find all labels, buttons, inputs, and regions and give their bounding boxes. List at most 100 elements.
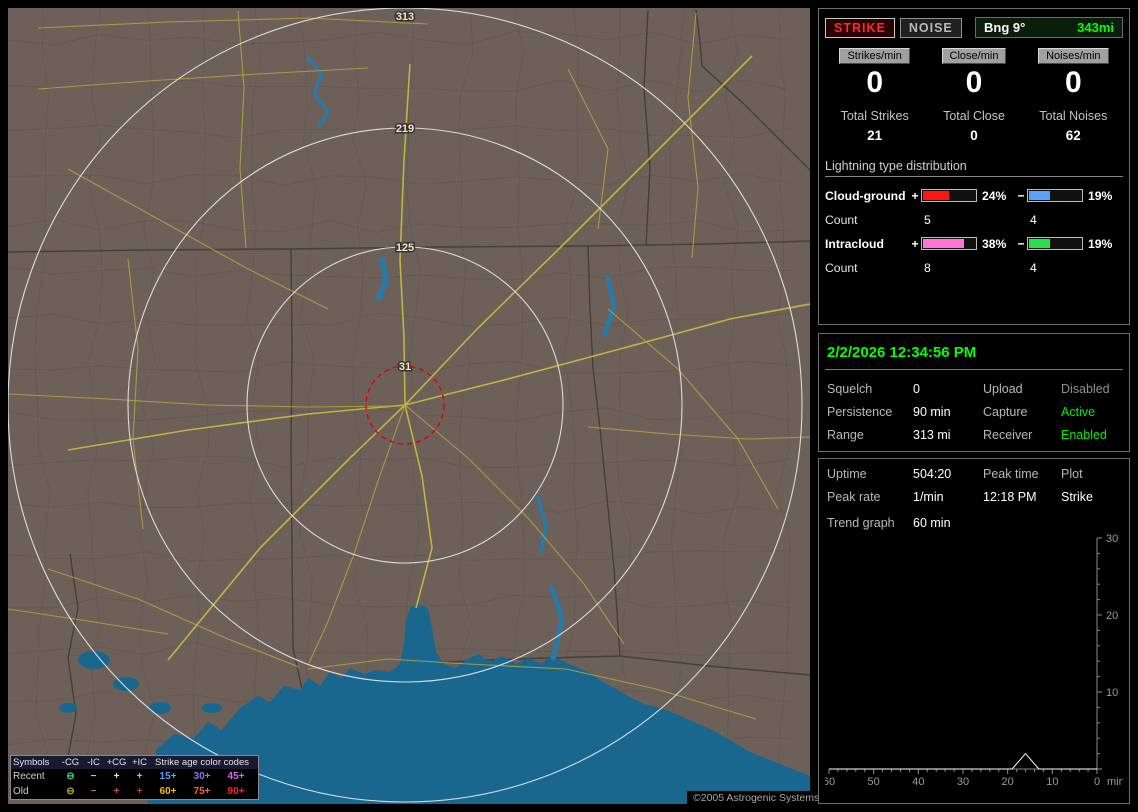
plot-label: Plot bbox=[1061, 467, 1083, 481]
trend-graph-label: Trend graph bbox=[827, 516, 895, 530]
legend-col-pos-ic: +IC bbox=[131, 757, 148, 768]
squelch-label: Squelch bbox=[827, 382, 873, 396]
neg-cg-recent-icon: ⊖ bbox=[66, 771, 75, 782]
cloud-ground-label: Cloud-ground bbox=[825, 188, 906, 203]
cg-positive-pct: 24% bbox=[982, 188, 1007, 203]
peak-time-label: Peak time bbox=[983, 467, 1039, 481]
strikes-per-min-value: 0 bbox=[866, 66, 883, 99]
session-trend-panel: Uptime 504:20 Peak time Plot Peak rate 1… bbox=[818, 458, 1130, 804]
svg-text:0: 0 bbox=[1094, 776, 1100, 788]
lightning-range-map[interactable]: 313 219 125 31 bbox=[8, 8, 810, 804]
legend-recent-label: Recent bbox=[13, 771, 45, 782]
total-close-label: Total Close bbox=[943, 108, 1005, 123]
age-75: 75+ bbox=[193, 786, 211, 797]
trend-chart: 60 50 40 30 20 10 0 10 20 30 min bbox=[825, 533, 1123, 788]
cg-negative-gauge bbox=[1027, 189, 1083, 202]
age-15: 15+ bbox=[159, 771, 177, 782]
datetime-display: 2/2/2026 12:34:56 PM bbox=[825, 340, 1123, 370]
range-label: Range bbox=[827, 428, 864, 442]
persistence-value: 90 min bbox=[913, 405, 951, 419]
ring-label-125: 125 bbox=[396, 242, 414, 254]
total-close-value: 0 bbox=[970, 127, 978, 143]
cg-positive-count: 5 bbox=[924, 212, 931, 227]
svg-text:10: 10 bbox=[1046, 776, 1058, 788]
capture-label: Capture bbox=[983, 405, 1028, 419]
legend-col-neg-ic: -IC bbox=[87, 757, 100, 768]
neg-ic-recent-icon: − bbox=[90, 771, 97, 782]
minus-sign: − bbox=[1017, 236, 1025, 251]
total-noises-value: 62 bbox=[1065, 127, 1081, 143]
peak-rate-value: 1/min bbox=[913, 490, 944, 504]
cg-count-label: Count bbox=[825, 212, 858, 227]
legend-col-neg-cg: -CG bbox=[61, 757, 80, 768]
age-60: 60+ bbox=[159, 786, 177, 797]
nexstorm-window: 313 219 125 31 Symbols -CG -IC +CG +IC S… bbox=[0, 0, 1138, 812]
svg-text:20: 20 bbox=[1002, 776, 1014, 788]
cg-positive-gauge bbox=[921, 189, 977, 202]
noises-per-min: Noises/min 0 bbox=[1024, 48, 1123, 101]
plot-value: Strike bbox=[1061, 490, 1093, 504]
legend-header: Symbols -CG -IC +CG +IC Strike age color… bbox=[11, 756, 258, 769]
bearing-distance: 343mi bbox=[1077, 20, 1114, 35]
upload-label: Upload bbox=[983, 382, 1023, 396]
squelch-value: 0 bbox=[913, 382, 920, 396]
svg-text:30: 30 bbox=[1106, 533, 1118, 545]
mode-button-row: STRIKE NOISE Bng 9° 343mi bbox=[825, 17, 1123, 38]
legend-old-label: Old bbox=[13, 786, 29, 797]
total-noises: Total Noises 62 bbox=[1024, 109, 1123, 143]
svg-text:40: 40 bbox=[912, 776, 924, 788]
svg-text:60: 60 bbox=[825, 776, 835, 788]
map-svg: 313 219 125 31 bbox=[8, 8, 810, 804]
ic-positive-count: 8 bbox=[924, 260, 931, 275]
ic-negative-count: 4 bbox=[1030, 260, 1037, 275]
total-noises-label: Total Noises bbox=[1039, 108, 1108, 123]
trend-graph-row: Trend graph 60 min bbox=[825, 516, 1123, 530]
strikes-per-min: Strikes/min 0 bbox=[825, 48, 924, 101]
receiver-label: Receiver bbox=[983, 428, 1033, 442]
ring-label-219: 219 bbox=[396, 123, 414, 135]
receiver-status-panel: 2/2/2026 12:34:56 PM Squelch 0 Upload Di… bbox=[818, 333, 1130, 452]
ic-count-label: Count bbox=[825, 260, 858, 275]
upload-value: Disabled bbox=[1061, 382, 1110, 396]
receiver-value: Enabled bbox=[1061, 428, 1107, 442]
bearing-value: Bng 9° bbox=[984, 20, 1026, 35]
legend-col-pos-cg: +CG bbox=[106, 757, 127, 768]
ring-label-313: 313 bbox=[396, 11, 414, 23]
intracloud-label: Intracloud bbox=[825, 236, 884, 251]
trend-window-value: 60 min bbox=[913, 516, 951, 530]
noise-mode-button[interactable]: NOISE bbox=[899, 17, 962, 38]
plus-sign: + bbox=[911, 236, 919, 251]
status-grid: Squelch 0 Upload Disabled Persistence 90… bbox=[825, 382, 1123, 442]
neg-cg-old-icon: ⊖ bbox=[66, 786, 75, 797]
total-strikes: Total Strikes 21 bbox=[825, 109, 924, 143]
neg-ic-old-icon: − bbox=[90, 786, 97, 797]
svg-text:30: 30 bbox=[957, 776, 969, 788]
cg-negative-pct: 19% bbox=[1088, 188, 1113, 203]
ic-positive-gauge bbox=[921, 237, 977, 250]
pos-cg-recent-icon: + bbox=[113, 771, 120, 782]
cg-negative-count: 4 bbox=[1030, 212, 1037, 227]
close-per-min-label: Close/min bbox=[941, 48, 1007, 64]
plus-sign: + bbox=[911, 188, 919, 203]
strike-mode-button[interactable]: STRIKE bbox=[825, 17, 895, 38]
peak-rate-label: Peak rate bbox=[827, 490, 881, 504]
legend-age-title: Strike age color codes bbox=[155, 757, 249, 768]
minus-sign: − bbox=[1017, 188, 1025, 203]
ic-negative-pct: 19% bbox=[1088, 236, 1113, 251]
svg-text:min: min bbox=[1107, 776, 1123, 788]
map-legend: Symbols -CG -IC +CG +IC Strike age color… bbox=[10, 755, 259, 800]
total-strikes-label: Total Strikes bbox=[840, 108, 909, 123]
total-strikes-value: 21 bbox=[867, 127, 883, 143]
uptime-label: Uptime bbox=[827, 467, 867, 481]
ring-label-31: 31 bbox=[399, 361, 411, 373]
copyright-text: ©2005 Astrogenic Systems bbox=[687, 791, 826, 805]
capture-value: Active bbox=[1061, 405, 1096, 419]
bearing-display: Bng 9° 343mi bbox=[975, 17, 1123, 38]
close-per-min: Close/min 0 bbox=[924, 48, 1023, 101]
legend-row-old: Old ⊖ − + + 60+ 75+ 90+ bbox=[11, 784, 258, 799]
ic-positive-pct: 38% bbox=[982, 236, 1007, 251]
pos-cg-old-icon: + bbox=[113, 786, 120, 797]
persistence-label: Persistence bbox=[827, 405, 893, 419]
pos-ic-old-icon: + bbox=[136, 786, 143, 797]
age-45: 45+ bbox=[227, 771, 245, 782]
